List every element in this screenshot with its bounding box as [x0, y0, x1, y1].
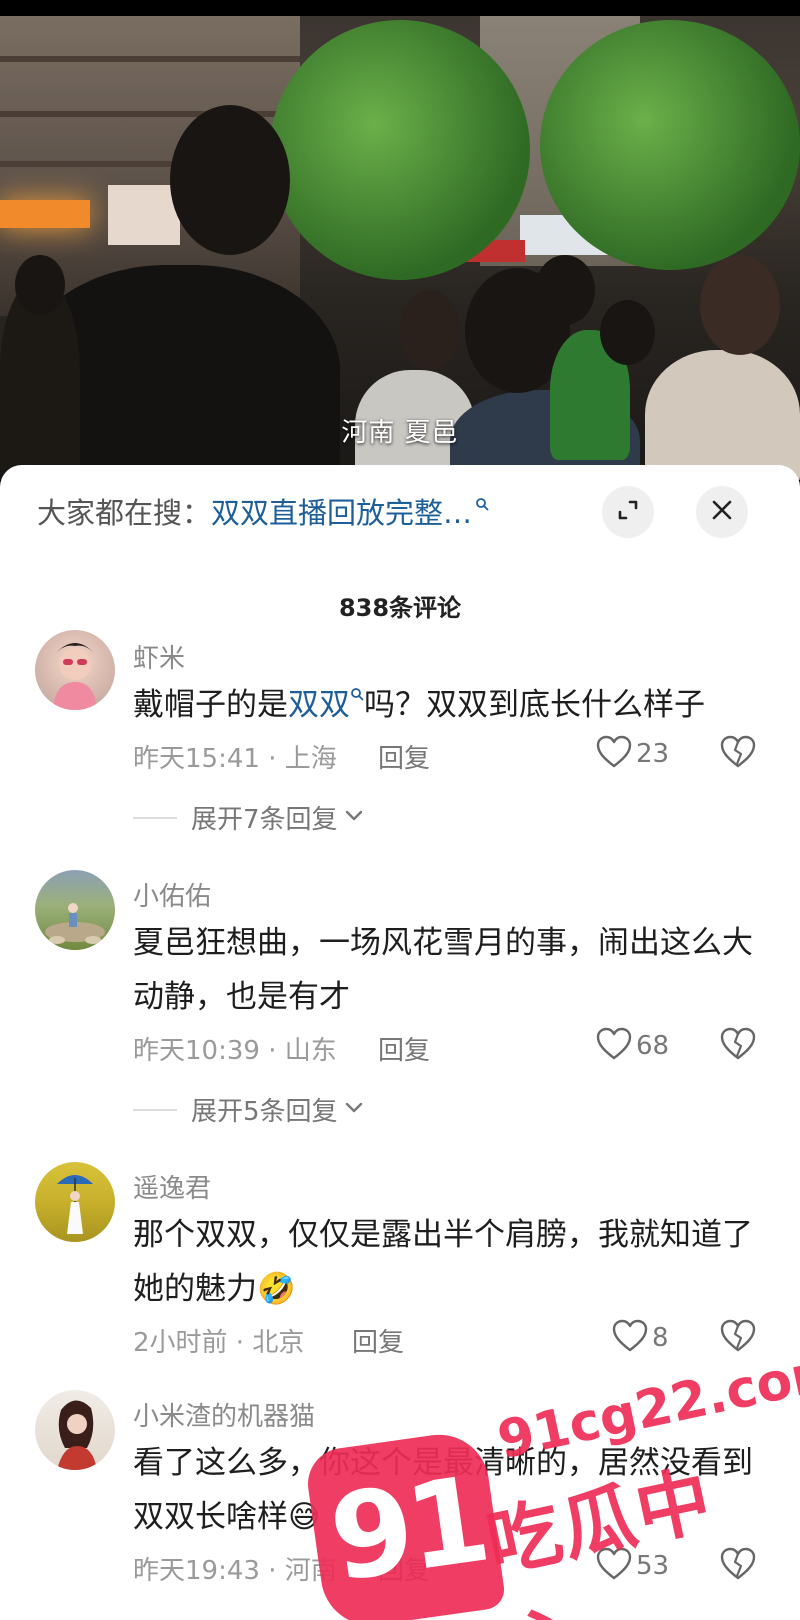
- status-bar: [0, 0, 800, 16]
- video-caption: 河南 夏邑: [341, 418, 459, 448]
- comment-meta: 2小时前 · 北京: [133, 1328, 305, 1358]
- heart-icon: [612, 1319, 648, 1357]
- close-icon: [711, 499, 733, 525]
- like-count: 53: [636, 1551, 670, 1581]
- comment-meta: 昨天19:43 · 河南: [133, 1556, 337, 1586]
- divider: [133, 816, 177, 819]
- like-count: 8: [652, 1323, 669, 1353]
- crowd-person: [600, 300, 655, 365]
- comment-text: 那个双双，仅仅是露出半个肩膀，我就知道了她的魅力🤣: [133, 1217, 753, 1307]
- avatar[interactable]: [35, 1162, 115, 1242]
- reply-button[interactable]: 回复: [352, 1322, 404, 1359]
- chevron-down-icon: [344, 808, 364, 827]
- broken-heart-icon: [720, 1027, 756, 1065]
- comment-username[interactable]: 遥逸君: [133, 1168, 211, 1205]
- comment-meta: 昨天15:41 · 上海: [133, 744, 337, 774]
- heart-icon: [596, 735, 632, 773]
- avatar[interactable]: [35, 630, 115, 710]
- dislike-button[interactable]: [720, 735, 756, 773]
- reply-button[interactable]: 回复: [378, 1030, 430, 1067]
- like-button[interactable]: 68: [596, 1027, 669, 1065]
- chevron-down-icon: [344, 1100, 364, 1119]
- avatar[interactable]: [35, 1390, 115, 1470]
- trending-search-prefix: 大家都在搜：: [37, 496, 212, 530]
- avatar[interactable]: [35, 870, 115, 950]
- tree: [540, 20, 800, 270]
- close-button[interactable]: [696, 486, 748, 538]
- like-count: 23: [636, 739, 670, 769]
- crowd-person: [170, 105, 290, 255]
- crowd-person: [700, 255, 780, 355]
- comment-text-part: 戴帽子的是: [133, 687, 288, 723]
- video-player[interactable]: 河南 夏邑: [0, 0, 800, 480]
- tree: [270, 20, 530, 280]
- like-button[interactable]: 8: [612, 1319, 669, 1357]
- shop-light: [0, 200, 90, 228]
- comment-meta: 昨天10:39 · 山东: [133, 1036, 337, 1066]
- crowd-person: [15, 255, 65, 315]
- expand-replies-button[interactable]: 展开7条回复: [133, 799, 364, 836]
- comment-username[interactable]: 小米渣的机器猫: [133, 1396, 315, 1433]
- magnifier-icon: [475, 496, 489, 511]
- trending-search-link[interactable]: 双双直播回放完整…: [211, 490, 472, 532]
- expand-replies-label: 展开5条回复: [191, 1097, 338, 1127]
- like-count: 68: [636, 1031, 670, 1061]
- heart-icon: [596, 1027, 632, 1065]
- dislike-button[interactable]: [720, 1547, 756, 1585]
- comment-username[interactable]: 虾米: [133, 638, 185, 675]
- reply-button[interactable]: 回复: [378, 1550, 430, 1587]
- like-button[interactable]: 53: [596, 1547, 669, 1585]
- shop-sign: [108, 185, 180, 245]
- comment-text: 戴帽子的是双双 吗？双双到底长什么样子: [133, 678, 773, 732]
- crowd-person: [535, 255, 595, 325]
- broken-heart-icon: [720, 735, 756, 773]
- comment-text: 夏邑狂想曲，一场风花雪月的事，闹出这么大动静，也是有才: [133, 925, 753, 1015]
- divider: [133, 1108, 177, 1111]
- comment-text-part: 吗？双双到底长什么样子: [364, 687, 705, 723]
- broken-heart-icon: [720, 1547, 756, 1585]
- comment-keyword-link[interactable]: 双双: [288, 687, 350, 723]
- heart-icon: [596, 1547, 632, 1585]
- comment-sheet: 大家都在搜： 双双直播回放完整… 838条评论 虾米 戴帽子的是双双 吗？双双到底…: [0, 465, 800, 1620]
- like-button[interactable]: 23: [596, 735, 669, 773]
- comment-username[interactable]: 小佑佑: [133, 876, 211, 913]
- dislike-button[interactable]: [720, 1319, 756, 1357]
- comment-count-title: 838条评论: [338, 594, 462, 622]
- broken-heart-icon: [720, 1319, 756, 1357]
- expand-button[interactable]: [602, 486, 654, 538]
- trending-search[interactable]: 大家都在搜： 双双直播回放完整…: [37, 491, 489, 531]
- comment-text: 看了这么多，你这个是最清晰的，居然没看到双双长啥样😅: [133, 1445, 753, 1535]
- expand-icon: [615, 497, 641, 527]
- dislike-button[interactable]: [720, 1027, 756, 1065]
- crowd-person: [400, 290, 460, 370]
- expand-replies-label: 展开7条回复: [191, 805, 338, 835]
- reply-button[interactable]: 回复: [378, 738, 430, 775]
- magnifier-icon: [350, 687, 364, 723]
- expand-replies-button[interactable]: 展开5条回复: [133, 1091, 364, 1128]
